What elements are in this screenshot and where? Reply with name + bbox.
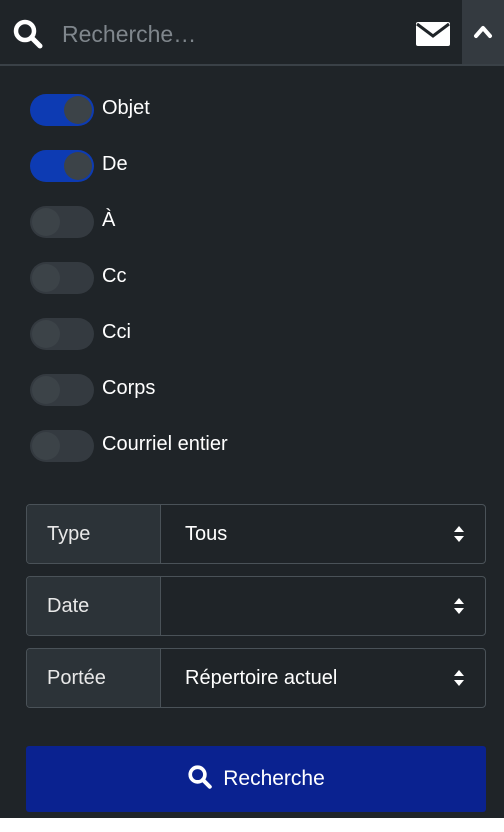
toggle-switch[interactable]: [30, 206, 94, 238]
toggle-label: Cc: [102, 265, 127, 287]
search-input[interactable]: [62, 14, 392, 54]
toggle-label: Courriel entier: [102, 433, 228, 455]
toggle-label: À: [102, 209, 116, 231]
collapse-button[interactable]: [462, 0, 504, 64]
toggle-switch[interactable]: [30, 94, 94, 126]
toggle-courriel-entier[interactable]: Courriel entier: [30, 426, 430, 466]
type-label: Type: [27, 505, 161, 563]
date-select[interactable]: Date: [26, 576, 486, 636]
scope-select[interactable]: Portée Répertoire actuel: [26, 648, 486, 708]
toggle-de[interactable]: De: [30, 146, 430, 186]
chevron-up-icon: [474, 26, 492, 38]
toggle-corps[interactable]: Corps: [30, 370, 430, 410]
scope-label: Portée: [27, 649, 161, 707]
toggle-switch[interactable]: [30, 318, 94, 350]
toggle-objet[interactable]: Objet: [30, 90, 430, 130]
type-select[interactable]: Type Tous: [26, 504, 486, 564]
submit-label: Recherche: [223, 767, 325, 790]
search-submit-button[interactable]: Recherche: [26, 746, 486, 812]
search-panel: Objet De À Cc Cci Corps Courriel entier …: [0, 0, 504, 818]
type-value: Tous: [185, 523, 228, 545]
scope-value: Répertoire actuel: [185, 667, 338, 689]
toggle-a[interactable]: À: [30, 202, 430, 242]
toggle-switch[interactable]: [30, 262, 94, 294]
toggle-label: Cci: [102, 321, 131, 343]
sort-caret-icon: [454, 598, 464, 614]
toggle-label: De: [102, 153, 128, 175]
toggle-switch[interactable]: [30, 150, 94, 182]
search-icon: [12, 18, 44, 50]
toggle-cci[interactable]: Cci: [30, 314, 430, 354]
date-label: Date: [27, 577, 161, 635]
envelope-icon[interactable]: [410, 16, 458, 50]
search-icon: [187, 764, 213, 795]
toggle-switch[interactable]: [30, 430, 94, 462]
search-bar: [0, 0, 504, 66]
toggle-label: Objet: [102, 97, 150, 119]
sort-caret-icon: [454, 670, 464, 686]
sort-caret-icon: [454, 526, 464, 542]
toggle-cc[interactable]: Cc: [30, 258, 430, 298]
toggle-switch[interactable]: [30, 374, 94, 406]
toggle-label: Corps: [102, 377, 156, 399]
